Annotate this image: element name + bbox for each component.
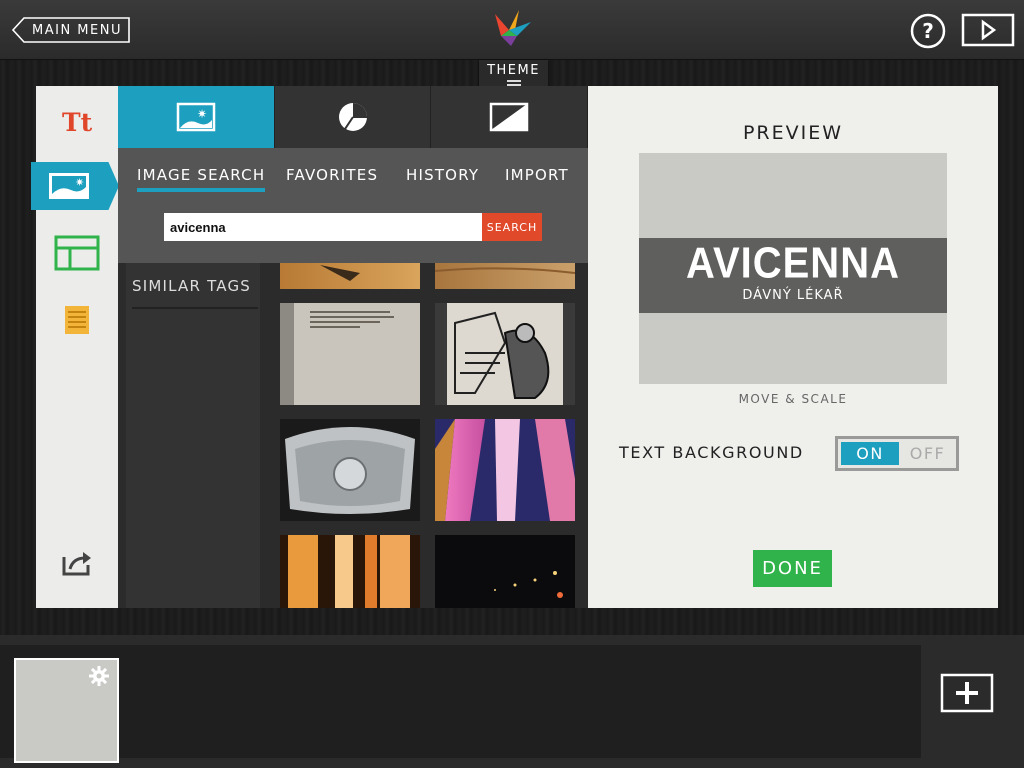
image-icon: ✷: [176, 102, 216, 132]
notes-tool-icon[interactable]: [36, 295, 118, 345]
layout-tool-icon[interactable]: [36, 228, 118, 278]
panel-tabs: ✷: [118, 86, 589, 148]
help-icon[interactable]: ?: [910, 13, 946, 49]
slide-filmstrip: [0, 645, 921, 763]
image-result-thumbnail[interactable]: [280, 419, 420, 521]
image-tool-tab[interactable]: ✷: [31, 162, 119, 210]
similar-tags-title: SIMILAR TAGS: [132, 277, 252, 295]
divider: [132, 307, 258, 309]
svg-text:✷: ✷: [75, 176, 84, 189]
preview-title: PREVIEW: [742, 122, 844, 144]
tab-history[interactable]: HISTORY: [406, 166, 479, 188]
share-icon[interactable]: [36, 538, 118, 588]
image-panel: ✷ IMAGE SEARCH FAVORITES HISTORY IMPORT …: [118, 86, 589, 608]
preview-main-text: AVICENNA: [686, 238, 900, 288]
gear-icon[interactable]: [89, 666, 109, 686]
svg-text:✷: ✷: [197, 107, 207, 121]
bottom-bar: [0, 635, 1024, 768]
toggle-off[interactable]: OFF: [899, 439, 956, 468]
text-tool-icon[interactable]: Tt: [36, 96, 118, 146]
tab-background[interactable]: [431, 86, 589, 148]
top-bar: MAIN MENU ?: [0, 0, 1024, 60]
image-results-grid: [280, 263, 580, 608]
image-result-thumbnail[interactable]: [435, 419, 575, 521]
image-icon: ✷: [49, 173, 89, 199]
similar-tags-column: SIMILAR TAGS: [126, 263, 260, 608]
image-search-input[interactable]: [164, 213, 482, 241]
play-preview-icon[interactable]: [961, 13, 1015, 47]
image-result-thumbnail[interactable]: [280, 535, 420, 608]
theme-label: THEME: [487, 63, 540, 78]
slide-thumbnail[interactable]: [14, 658, 119, 763]
image-result-thumbnail[interactable]: [435, 535, 575, 608]
image-result-thumbnail[interactable]: [435, 303, 575, 405]
text-background-label: TEXT BACKGROUND: [619, 443, 804, 462]
pie-chart-icon: [338, 103, 367, 131]
add-slide-icon[interactable]: [940, 673, 994, 713]
app-logo-icon: [495, 10, 531, 46]
preview-canvas[interactable]: AVICENNA DÁVNÝ LÉKAŘ: [639, 153, 947, 384]
background-contrast-icon: [489, 102, 529, 132]
preview-text-band: AVICENNA DÁVNÝ LÉKAŘ: [639, 238, 947, 313]
main-menu-label: MAIN MENU: [32, 22, 122, 38]
tab-favorites[interactable]: FAVORITES: [286, 166, 378, 188]
tab-image[interactable]: ✷: [118, 86, 275, 148]
tab-image-search[interactable]: IMAGE SEARCH: [137, 166, 266, 192]
tab-chart[interactable]: [274, 86, 432, 148]
image-result-thumbnail[interactable]: [280, 303, 420, 405]
image-result-thumbnail[interactable]: [435, 263, 575, 289]
move-scale-label: MOVE & SCALE: [738, 392, 848, 406]
svg-text:Tt: Tt: [62, 108, 92, 135]
toggle-on[interactable]: ON: [841, 442, 899, 465]
svg-text:?: ?: [922, 19, 934, 43]
preview-panel: PREVIEW AVICENNA DÁVNÝ LÉKAŘ MOVE & SCAL…: [588, 86, 998, 608]
main-menu-button[interactable]: MAIN MENU: [12, 17, 130, 43]
image-result-thumbnail[interactable]: [280, 263, 420, 289]
preview-sub-text: DÁVNÝ LÉKAŘ: [742, 288, 844, 303]
done-button[interactable]: DONE: [753, 550, 832, 587]
search-button[interactable]: SEARCH: [482, 213, 542, 241]
tab-import[interactable]: IMPORT: [505, 166, 569, 188]
image-source-tabs: IMAGE SEARCH FAVORITES HISTORY IMPORT SE…: [118, 148, 588, 263]
text-background-toggle[interactable]: ON OFF: [835, 436, 959, 471]
